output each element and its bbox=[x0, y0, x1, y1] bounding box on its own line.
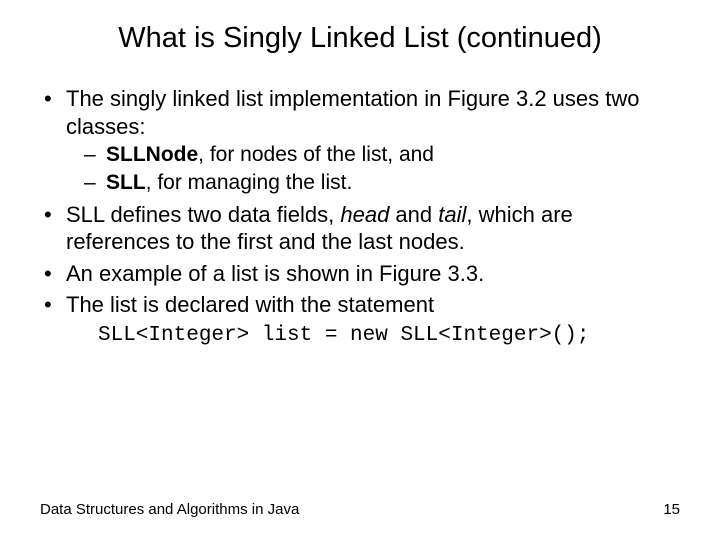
sub-1a-rest: , for nodes of the list, and bbox=[198, 143, 434, 166]
b2-mid: and bbox=[389, 202, 438, 227]
bullet-1-text: The singly linked list implementation in… bbox=[66, 86, 640, 139]
b3-text: An example of a list is shown in Figure … bbox=[66, 261, 484, 286]
bullet-list: The singly linked list implementation in… bbox=[40, 85, 680, 319]
bullet-2: SLL defines two data fields, head and ta… bbox=[40, 201, 680, 256]
sub-1b-bold: SLL bbox=[106, 171, 146, 194]
footer-left: Data Structures and Algorithms in Java bbox=[40, 501, 299, 518]
b4-text: The list is declared with the statement bbox=[66, 292, 434, 317]
b2-pre: SLL defines two data fields, bbox=[66, 202, 340, 227]
sub-list: SLLNode, for nodes of the list, and SLL,… bbox=[66, 142, 680, 197]
sub-1a-bold: SLLNode bbox=[106, 143, 198, 166]
bullet-1: The singly linked list implementation in… bbox=[40, 85, 680, 197]
b2-tail: tail bbox=[438, 202, 466, 227]
slide-title: What is Singly Linked List (continued) bbox=[40, 22, 680, 55]
sub-bullet-1b: SLL, for managing the list. bbox=[84, 170, 680, 196]
bullet-4: The list is declared with the statement bbox=[40, 291, 680, 319]
footer-page-number: 15 bbox=[663, 501, 680, 518]
code-statement: SLL<Integer> list = new SLL<Integer>(); bbox=[40, 323, 680, 349]
sub-bullet-1a: SLLNode, for nodes of the list, and bbox=[84, 142, 680, 168]
slide-body: The singly linked list implementation in… bbox=[40, 85, 680, 349]
slide-footer: Data Structures and Algorithms in Java 1… bbox=[40, 501, 680, 518]
sub-1b-rest: , for managing the list. bbox=[146, 171, 353, 194]
bullet-3: An example of a list is shown in Figure … bbox=[40, 260, 680, 288]
b2-head: head bbox=[340, 202, 389, 227]
